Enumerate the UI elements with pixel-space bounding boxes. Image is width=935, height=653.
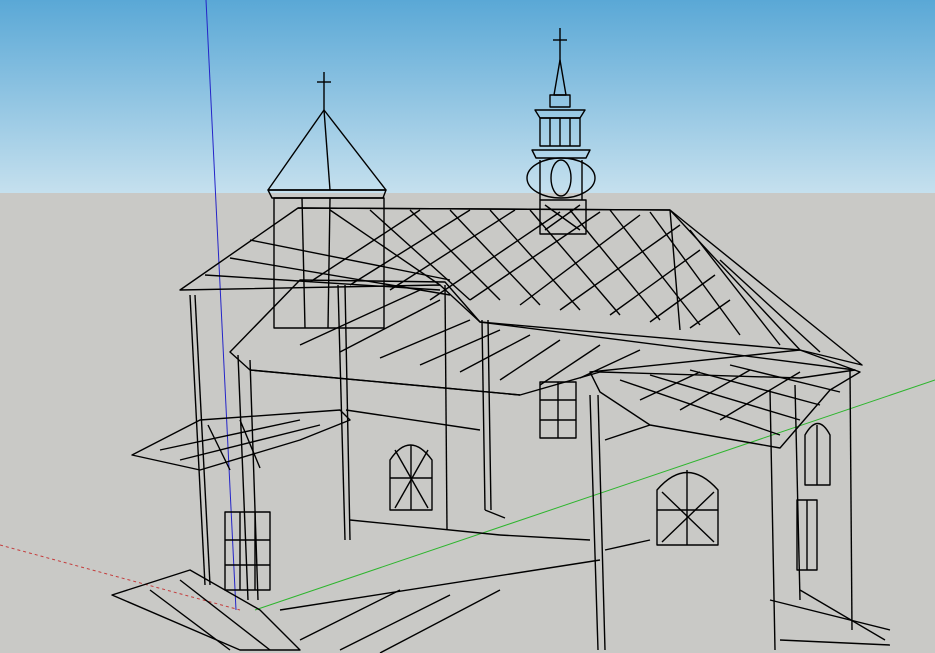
modeling-viewport[interactable] <box>0 0 935 653</box>
windows <box>389 381 831 546</box>
church-model <box>111 28 891 653</box>
tower-left <box>267 72 387 329</box>
blue-axis <box>205 0 237 611</box>
bell-turret <box>526 28 596 235</box>
porch-roof <box>589 349 861 449</box>
entrance-door <box>224 499 818 591</box>
axes <box>0 0 935 611</box>
main-roof <box>179 207 863 366</box>
scene-canvas[interactable] <box>0 0 935 653</box>
